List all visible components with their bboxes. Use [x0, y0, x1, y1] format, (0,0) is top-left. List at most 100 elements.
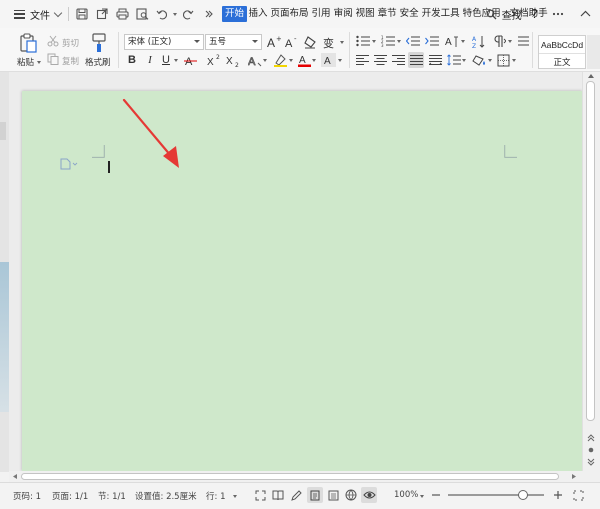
- vertical-scrollbar[interactable]: [582, 72, 600, 471]
- horizontal-scrollbar[interactable]: [9, 471, 600, 482]
- fullscreen-icon[interactable]: [252, 487, 268, 503]
- copy-label[interactable]: 复制: [62, 55, 79, 67]
- file-menu[interactable]: 文件: [30, 7, 50, 22]
- help-icon[interactable]: ?: [532, 7, 538, 21]
- font-size-select[interactable]: 五号: [205, 34, 262, 50]
- align-left-icon[interactable]: [355, 53, 369, 67]
- edit-mode-icon[interactable]: [288, 487, 304, 503]
- shading-icon[interactable]: [471, 53, 487, 67]
- status-setting-value[interactable]: 设置值: 2.5厘米: [135, 490, 197, 502]
- borders-icon[interactable]: [496, 53, 510, 67]
- tab-review[interactable]: 审阅: [332, 6, 354, 22]
- zoom-level[interactable]: 100%: [394, 490, 418, 500]
- char-shading-dropdown-icon[interactable]: [338, 59, 342, 62]
- browse-object-icon[interactable]: [587, 446, 595, 454]
- line-spacing-icon[interactable]: [447, 53, 461, 67]
- scroll-left-icon[interactable]: [12, 473, 18, 480]
- distribute-icon[interactable]: [428, 53, 442, 67]
- borders-dropdown-icon[interactable]: [512, 59, 516, 62]
- indent-icon[interactable]: [424, 34, 440, 48]
- outline-view-icon[interactable]: [325, 487, 341, 503]
- show-marks-icon[interactable]: [491, 34, 507, 48]
- text-direction-dropdown-icon[interactable]: [461, 40, 465, 43]
- eye-protection-icon[interactable]: [361, 487, 377, 503]
- char-shading-icon[interactable]: A: [320, 53, 336, 67]
- cut-icon[interactable]: [46, 35, 60, 47]
- status-dropdown-icon[interactable]: [233, 495, 237, 498]
- scroll-thumb[interactable]: [586, 81, 595, 421]
- phonetic-icon[interactable]: 变: [322, 34, 340, 50]
- align-center-icon[interactable]: [373, 53, 387, 67]
- clear-format-icon[interactable]: [302, 34, 318, 50]
- cut-label[interactable]: 剪切: [62, 37, 79, 49]
- web-view-icon[interactable]: [343, 487, 359, 503]
- text-effect-dropdown-icon[interactable]: [263, 59, 267, 62]
- tab-view[interactable]: 视图: [354, 6, 376, 22]
- highlight-dropdown-icon[interactable]: [289, 59, 293, 62]
- paste-dropdown-icon[interactable]: [37, 61, 41, 64]
- undo-dropdown-icon[interactable]: [173, 12, 177, 16]
- tab-home[interactable]: 开始: [222, 6, 248, 22]
- numbering-icon[interactable]: 123: [380, 34, 396, 48]
- menu-icon[interactable]: [14, 9, 25, 19]
- search-label[interactable]: 查找: [502, 7, 522, 22]
- format-painter-icon[interactable]: [89, 32, 109, 54]
- export-icon[interactable]: [93, 5, 111, 23]
- document-page[interactable]: [22, 91, 582, 471]
- print-icon[interactable]: [113, 5, 131, 23]
- shrink-font-icon[interactable]: A-: [284, 34, 300, 50]
- copy-icon[interactable]: [46, 53, 60, 65]
- align-right-icon[interactable]: [391, 53, 405, 67]
- subscript-icon[interactable]: X2: [226, 53, 242, 67]
- status-row[interactable]: 行: 1: [206, 490, 225, 502]
- save-icon[interactable]: [73, 5, 91, 23]
- paste-label[interactable]: 粘贴: [17, 56, 34, 68]
- underline-dropdown-icon[interactable]: [174, 59, 178, 62]
- minimize-icon[interactable]: [576, 5, 594, 23]
- zoom-slider-thumb[interactable]: [517, 490, 528, 500]
- tab-references[interactable]: 引用: [310, 6, 332, 22]
- zoom-dropdown-icon[interactable]: [420, 495, 424, 498]
- zoom-slider[interactable]: [448, 490, 544, 500]
- paste-icon[interactable]: [17, 32, 39, 54]
- superscript-icon[interactable]: X2: [207, 53, 223, 67]
- zoom-out-icon[interactable]: [428, 487, 444, 503]
- bullets-dropdown-icon[interactable]: [372, 40, 376, 43]
- scroll-right-icon[interactable]: [571, 473, 577, 480]
- style-gallery[interactable]: AaBbCcDd 正文: [538, 35, 586, 69]
- page-view-icon[interactable]: [307, 487, 323, 503]
- undo-icon[interactable]: [153, 5, 171, 23]
- scroll-up-icon[interactable]: [587, 73, 595, 79]
- font-color-icon[interactable]: A: [297, 53, 311, 67]
- reading-mode-icon[interactable]: [270, 487, 286, 503]
- format-painter-label[interactable]: 格式刷: [85, 56, 111, 68]
- grow-font-icon[interactable]: A +: [266, 34, 282, 50]
- next-page-icon[interactable]: [587, 458, 595, 466]
- underline-icon[interactable]: U: [160, 53, 172, 67]
- numbering-dropdown-icon[interactable]: [397, 40, 401, 43]
- redo-icon[interactable]: [179, 5, 197, 23]
- strikethrough-icon[interactable]: A: [183, 53, 197, 67]
- tab-page-layout[interactable]: 页面布局: [269, 6, 310, 22]
- table-style-icon[interactable]: [516, 34, 530, 48]
- font-color-dropdown-icon[interactable]: [312, 59, 316, 62]
- text-direction-icon[interactable]: A: [444, 34, 460, 48]
- tab-insert[interactable]: 插入: [247, 6, 269, 22]
- tab-developer[interactable]: 开发工具: [420, 6, 461, 22]
- text-effect-icon[interactable]: A: [247, 53, 263, 67]
- document-icon[interactable]: [60, 158, 78, 170]
- sort-icon[interactable]: AZ: [471, 34, 487, 48]
- justify-icon[interactable]: [408, 52, 424, 68]
- shading-dropdown-icon[interactable]: [488, 59, 492, 62]
- chevron-down-icon[interactable]: [53, 8, 63, 17]
- style-gallery-scroll[interactable]: [587, 35, 600, 69]
- more-chevron-icon[interactable]: [200, 5, 218, 23]
- status-section[interactable]: 节: 1/1: [98, 490, 126, 502]
- tab-chapter[interactable]: 章节: [376, 6, 398, 22]
- bold-icon[interactable]: B: [126, 53, 138, 67]
- settings-icon[interactable]: [549, 5, 567, 23]
- print-preview-icon[interactable]: [133, 5, 151, 23]
- search-icon[interactable]: [483, 5, 501, 23]
- status-page-number[interactable]: 页码: 1: [13, 490, 41, 502]
- outdent-icon[interactable]: [405, 34, 421, 48]
